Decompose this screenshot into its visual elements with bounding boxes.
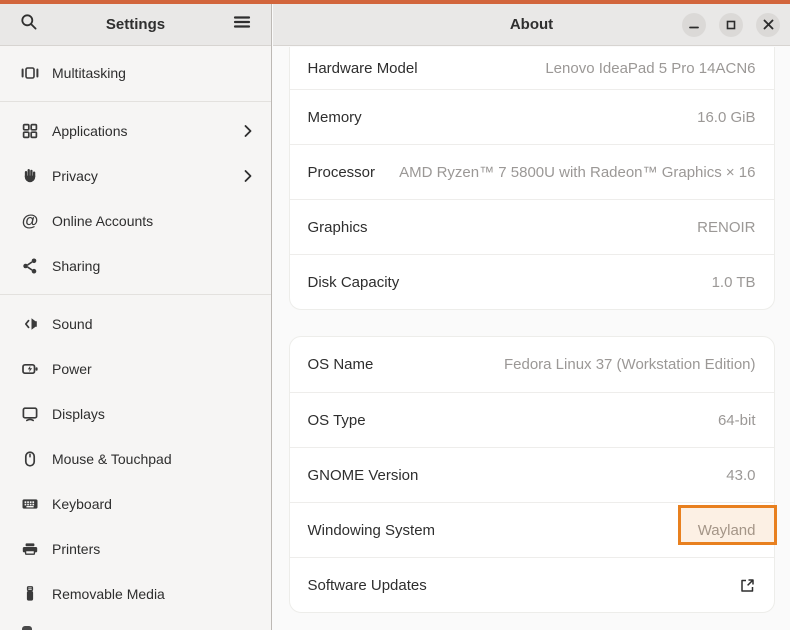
settings-window: Settings Multitasking Applications: [0, 0, 790, 630]
keyboard-icon: [21, 495, 39, 513]
mouse-icon: [21, 450, 39, 468]
sidebar-item-power[interactable]: Power: [0, 346, 271, 391]
sidebar-group-divider: [0, 294, 271, 295]
primary-menu-button[interactable]: [227, 10, 257, 40]
row-label: Windowing System: [308, 522, 436, 539]
share-nodes-icon: [21, 257, 39, 275]
row-label: Disk Capacity: [308, 274, 400, 291]
row-label: GNOME Version: [308, 467, 419, 484]
maximize-icon: [726, 20, 736, 30]
sidebar-item-label: Online Accounts: [52, 213, 255, 229]
sidebar-item-label: Sound: [52, 316, 255, 332]
sidebar-item-removable-media[interactable]: Removable Media: [0, 571, 271, 616]
sidebar-item-label: Keyboard: [52, 496, 255, 512]
sidebar-item-label: Privacy: [52, 168, 228, 184]
sidebar-item-keyboard[interactable]: Keyboard: [0, 481, 271, 526]
row-value: Wayland: [698, 522, 756, 539]
sidebar-item-online-accounts[interactable]: @ Online Accounts: [0, 198, 271, 243]
minimize-icon: [689, 20, 699, 30]
row-label: Processor: [308, 164, 376, 181]
info-row-os-type: OS Type 64-bit: [290, 392, 774, 447]
about-scroll-area[interactable]: Hardware Model Lenovo IdeaPad 5 Pro 14AC…: [273, 47, 790, 630]
usb-drive-icon: [21, 585, 39, 603]
close-icon: [763, 19, 774, 30]
info-row-windowing-system: Windowing System Wayland: [290, 502, 774, 557]
row-label: Software Updates: [308, 577, 427, 594]
info-row-os-name: OS Name Fedora Linux 37 (Workstation Edi…: [290, 337, 774, 392]
sidebar-item-label: Mouse & Touchpad: [52, 451, 255, 467]
software-info-card: OS Name Fedora Linux 37 (Workstation Edi…: [289, 336, 775, 613]
sidebar-item-label: Multitasking: [52, 65, 255, 81]
chevron-right-icon: [241, 169, 255, 183]
sidebar-item-privacy[interactable]: Privacy: [0, 153, 271, 198]
row-label: Memory: [308, 109, 362, 126]
sidebar-list: Multitasking Applications Privacy: [0, 46, 271, 616]
multitasking-icon: [21, 64, 39, 82]
search-icon: [20, 13, 38, 36]
applications-grid-icon: [21, 122, 39, 140]
close-button[interactable]: [756, 13, 780, 37]
info-row-graphics: Graphics RENOIR: [290, 199, 774, 254]
sidebar-item-sharing[interactable]: Sharing: [0, 243, 271, 288]
sidebar-item-mouse-touchpad[interactable]: Mouse & Touchpad: [0, 436, 271, 481]
sidebar-group-divider: [0, 101, 271, 102]
info-row-software-updates[interactable]: Software Updates: [290, 557, 774, 612]
external-link-icon: [739, 577, 756, 594]
sidebar-title: Settings: [44, 16, 227, 33]
speaker-sound-icon: [21, 315, 39, 333]
sidebar-item-displays[interactable]: Displays: [0, 391, 271, 436]
row-value: 43.0: [726, 467, 755, 484]
minimize-button[interactable]: [682, 13, 706, 37]
row-label: OS Type: [308, 412, 366, 429]
sidebar-item-label: Power: [52, 361, 255, 377]
window-controls: [682, 13, 780, 37]
sidebar-item-sound[interactable]: Sound: [0, 301, 271, 346]
monitor-icon: [21, 405, 39, 423]
info-row-memory: Memory 16.0 GiB: [290, 89, 774, 144]
sidebar-item-label: Removable Media: [52, 586, 255, 602]
hamburger-menu-icon: [233, 13, 251, 36]
sidebar-item-multitasking[interactable]: Multitasking: [0, 50, 271, 95]
row-label: Graphics: [308, 219, 368, 236]
sidebar-item-label: Sharing: [52, 258, 255, 274]
row-value: 1.0 TB: [712, 274, 756, 291]
sidebar-item-applications[interactable]: Applications: [0, 108, 271, 153]
sidebar-item-label: Printers: [52, 541, 255, 557]
printer-icon: [21, 540, 39, 558]
row-value: Fedora Linux 37 (Workstation Edition): [504, 356, 756, 373]
sidebar-item-label: Applications: [52, 123, 228, 139]
main-headerbar: About: [273, 4, 790, 46]
sidebar-headerbar: Settings: [0, 4, 271, 46]
search-button[interactable]: [14, 10, 44, 40]
info-row-processor: Processor AMD Ryzen™ 7 5800U with Radeon…: [290, 144, 774, 199]
maximize-button[interactable]: [719, 13, 743, 37]
row-value: AMD Ryzen™ 7 5800U with Radeon™ Graphics…: [399, 164, 755, 181]
row-label: Hardware Model: [308, 60, 418, 77]
row-value: 64-bit: [718, 412, 756, 429]
partial-next-item-icon: [22, 626, 32, 630]
row-value: Lenovo IdeaPad 5 Pro 14ACN6: [545, 60, 755, 77]
info-row-gnome-version: GNOME Version 43.0: [290, 447, 774, 502]
hand-privacy-icon: [21, 167, 39, 185]
sidebar-item-label: Displays: [52, 406, 255, 422]
sidebar-item-printers[interactable]: Printers: [0, 526, 271, 571]
top-accent-bar: [0, 0, 790, 4]
chevron-right-icon: [241, 124, 255, 138]
row-label: OS Name: [308, 356, 374, 373]
sidebar: Settings Multitasking Applications: [0, 4, 272, 630]
row-value: RENOIR: [697, 219, 755, 236]
info-row-disk-capacity: Disk Capacity 1.0 TB: [290, 254, 774, 309]
at-symbol-icon: @: [21, 212, 39, 230]
info-row-hardware-model: Hardware Model Lenovo IdeaPad 5 Pro 14AC…: [290, 47, 774, 89]
row-value: 16.0 GiB: [697, 109, 755, 126]
hardware-info-card: Hardware Model Lenovo IdeaPad 5 Pro 14AC…: [289, 47, 775, 310]
about-panel: About Hardware Model Lenovo IdeaPad 5 Pr…: [273, 4, 790, 630]
battery-power-icon: [21, 360, 39, 378]
